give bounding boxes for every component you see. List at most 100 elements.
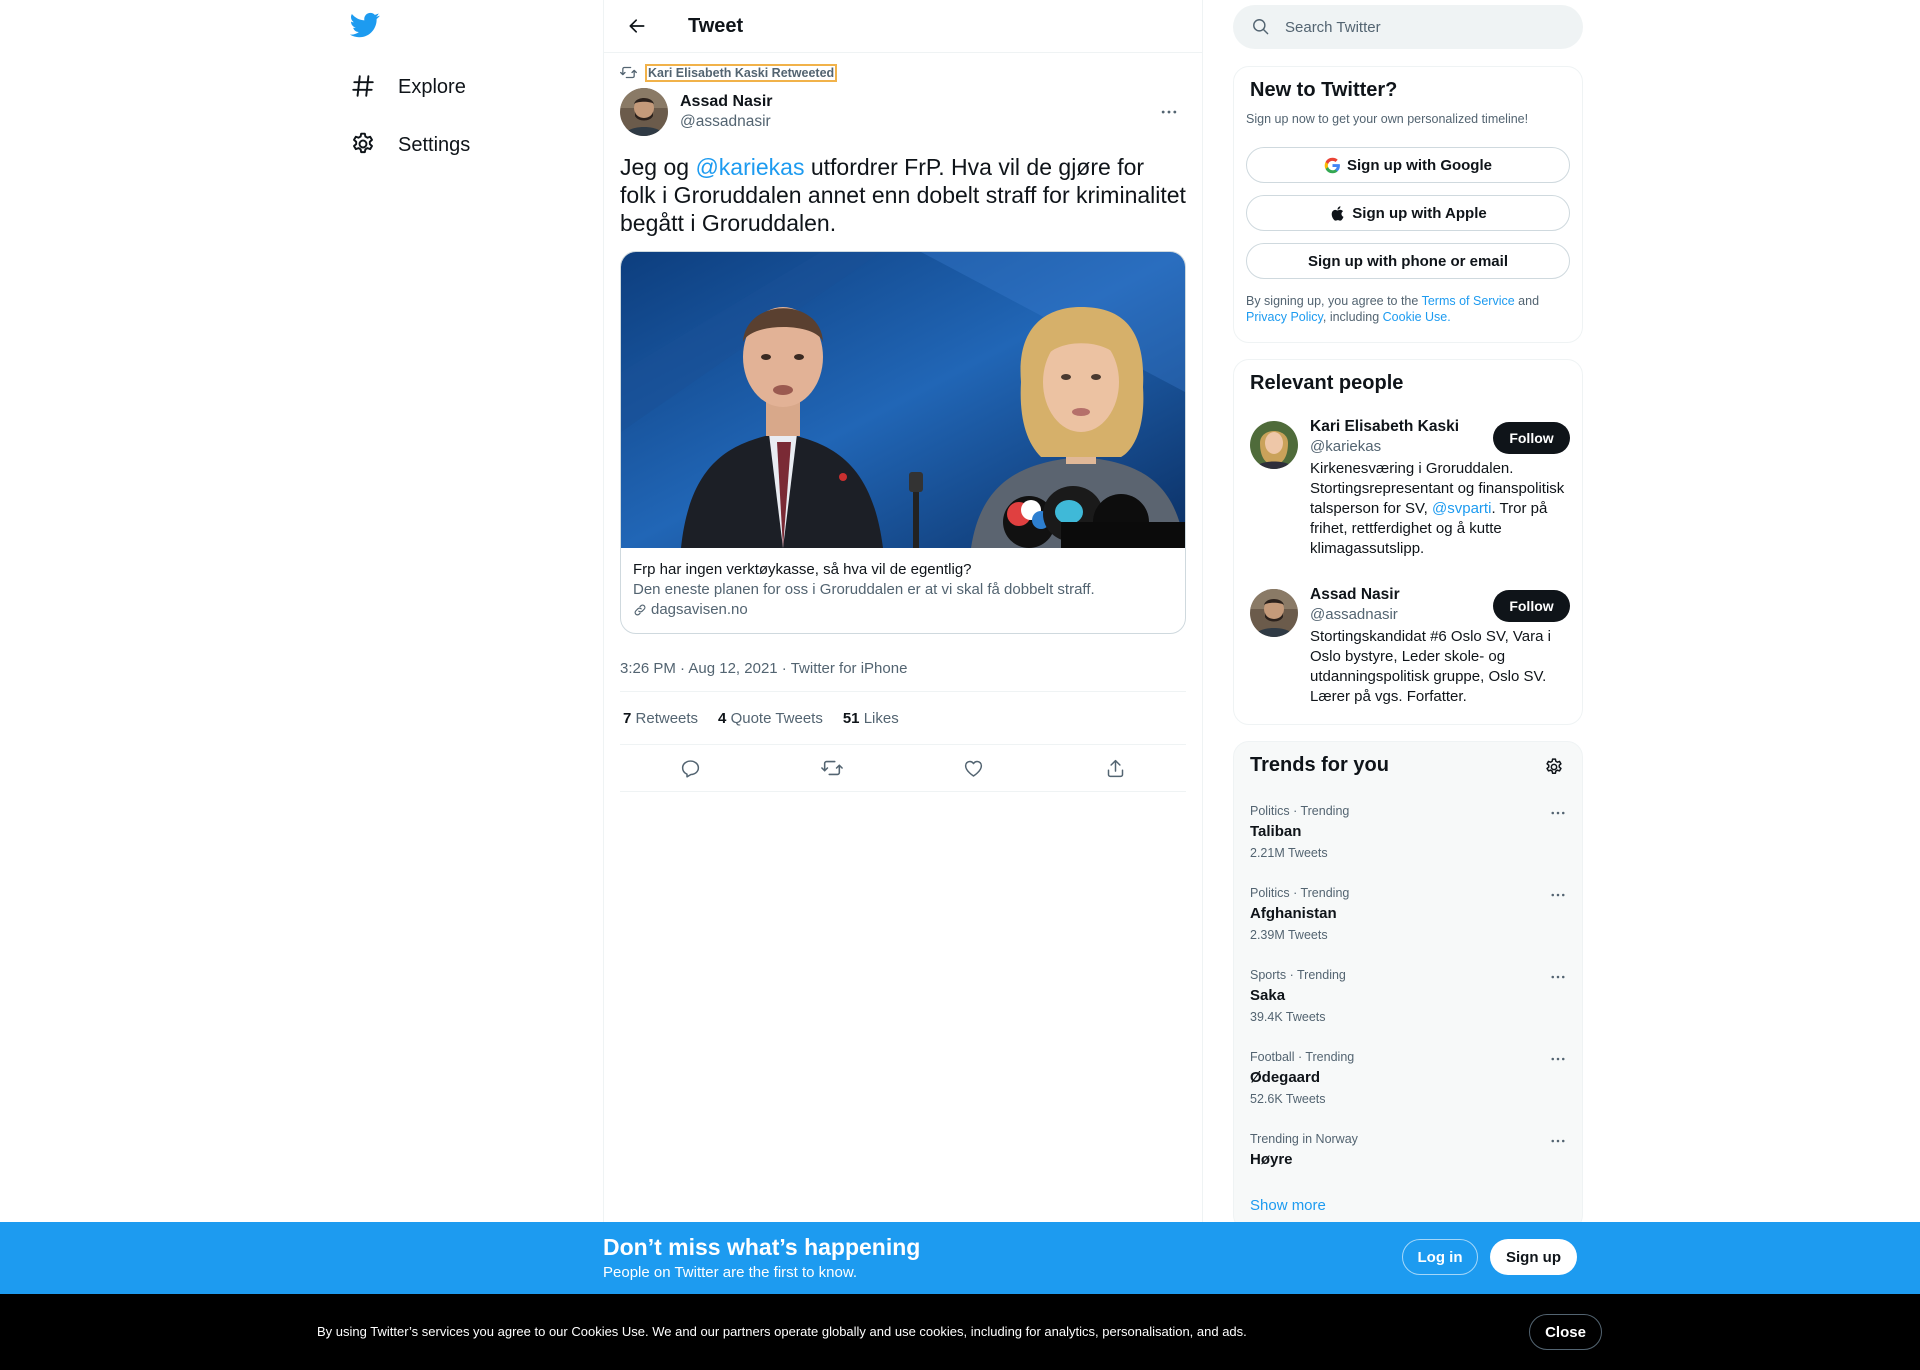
likes-count: 51 — [842, 709, 860, 727]
reply-icon — [682, 759, 700, 778]
avatar[interactable] — [1250, 589, 1298, 637]
link-icon — [633, 603, 648, 618]
gear-icon[interactable] — [1544, 757, 1566, 779]
signup-google-label: Sign up with Google — [1347, 156, 1492, 174]
avatar[interactable] — [620, 88, 668, 136]
trend-count: 52.6K Tweets — [1250, 1092, 1326, 1106]
avatar[interactable] — [1250, 421, 1298, 469]
tweet-text: Jeg og @kariekas utfordrer FrP. Hva vil … — [620, 153, 1186, 237]
trend-item[interactable]: Football · Trending Ødegaard 52.6K Tweet… — [1250, 1049, 1570, 1107]
new-to-twitter-title: New to Twitter? — [1250, 79, 1398, 101]
retweets-stat[interactable]: 7 Retweets — [623, 710, 698, 727]
trend-item[interactable]: Trending in Norway Høyre — [1250, 1131, 1570, 1170]
more-icon — [1161, 110, 1177, 114]
card-title: Frp har ingen verktøykasse, så hva vil d… — [633, 561, 972, 578]
trend-name: Afghanistan — [1250, 905, 1337, 922]
signup-phone-email-label: Sign up with phone or email — [1307, 252, 1508, 270]
tweet-timestamp: 3:26 PM · Aug 12, 2021 · Twitter for iPh… — [620, 648, 1186, 692]
tweet-time[interactable]: 3:26 PM — [620, 660, 676, 677]
cookie-use-link[interactable]: Cookie Use. — [1383, 310, 1451, 324]
follow-button[interactable]: Follow — [1493, 590, 1570, 622]
likes-stat[interactable]: 51 Likes — [843, 710, 899, 727]
trend-name: Saka — [1250, 987, 1286, 1004]
trend-count: 39.4K Tweets — [1250, 1010, 1326, 1024]
search-input[interactable] — [1285, 18, 1545, 36]
nav-explore[interactable]: Explore — [350, 62, 466, 112]
more-icon[interactable] — [1546, 967, 1570, 987]
trends-title: Trends for you — [1250, 754, 1389, 776]
more-icon[interactable] — [1546, 885, 1570, 905]
signup-phone-email-button[interactable]: Sign up with phone or email — [1246, 243, 1570, 279]
author-name[interactable]: Assad Nasir — [680, 92, 773, 112]
tweet-date[interactable]: Aug 12, 2021 — [688, 660, 777, 677]
relevant-people-title: Relevant people — [1250, 372, 1404, 394]
card-image — [621, 252, 1185, 548]
gear-icon — [350, 131, 378, 159]
tweet-stats: 7 Retweets 4 Quote Tweets 51 Likes — [620, 692, 1186, 745]
trend-name: Ødegaard — [1250, 1069, 1321, 1086]
signup-apple-button[interactable]: Sign up with Apple — [1246, 195, 1570, 231]
tweet-source[interactable]: Twitter for iPhone — [791, 660, 908, 677]
card-domain-text: dagsavisen.no — [651, 601, 748, 618]
more-icon[interactable] — [1546, 803, 1570, 823]
tweet-author: Assad Nasir @assadnasir — [620, 87, 1186, 137]
reply-button[interactable] — [673, 750, 709, 786]
trend-item[interactable]: Politics · Trending Taliban 2.21M Tweets — [1250, 803, 1570, 861]
trend-name: Taliban — [1250, 823, 1302, 840]
retweet-button[interactable] — [814, 750, 850, 786]
privacy-link[interactable]: Privacy Policy — [1246, 310, 1323, 324]
quote-tweets-count: 4 — [718, 709, 727, 727]
like-button[interactable] — [956, 750, 992, 786]
person-bio: Kirkenesværing i Groruddalen. Stortingsr… — [1310, 459, 1570, 559]
search-bar[interactable] — [1233, 5, 1583, 49]
mention-link[interactable]: @svparti — [1432, 500, 1491, 517]
trend-name: Høyre — [1250, 1151, 1293, 1168]
cookie-text: By using Twitter’s services you agree to… — [317, 1324, 1247, 1339]
banner-title: Don’t miss what’s happening — [603, 1234, 921, 1260]
close-button[interactable]: Close — [1529, 1314, 1602, 1350]
more-options-button[interactable] — [1152, 95, 1186, 129]
trend-meta: Politics · Trending — [1250, 804, 1350, 818]
trend-meta: Football · Trending — [1250, 1050, 1355, 1064]
tweet-text-start: Jeg og — [620, 154, 696, 180]
signup-apple-label: Sign up with Apple — [1352, 204, 1487, 222]
mention-link[interactable]: @kariekas — [695, 154, 804, 180]
twitter-bird-icon[interactable] — [350, 10, 384, 44]
follow-button[interactable]: Follow — [1493, 422, 1570, 454]
more-icon[interactable] — [1546, 1049, 1570, 1069]
tweet-actions — [620, 745, 1186, 792]
signup-button[interactable]: Sign up — [1490, 1239, 1577, 1275]
banner-subtitle: People on Twitter are the first to know. — [603, 1264, 858, 1281]
author-handle[interactable]: @assadnasir — [680, 112, 773, 132]
show-more-link[interactable]: Show more — [1250, 1197, 1326, 1214]
legal-text-1: By signing up, you agree to the — [1246, 294, 1422, 308]
nav-settings[interactable]: Settings — [350, 120, 470, 170]
share-button[interactable] — [1097, 750, 1133, 786]
more-icon[interactable] — [1546, 1131, 1570, 1151]
quote-tweets-stat[interactable]: 4 Quote Tweets — [718, 710, 823, 727]
relevant-people-panel: Relevant people Kari Elisabeth Kaski @ka… — [1233, 359, 1583, 725]
main-header: Tweet — [604, 0, 1202, 53]
main-column: Tweet Kari Elisabeth Kaski Retweeted Ass… — [603, 0, 1203, 1370]
link-card[interactable]: Frp har ingen verktøykasse, så hva vil d… — [620, 251, 1186, 634]
search-icon — [1251, 17, 1271, 37]
page-title: Tweet — [688, 14, 744, 37]
person-bio: Stortingskandidat #6 Oslo SV, Vara i Osl… — [1310, 628, 1551, 705]
trend-item[interactable]: Politics · Trending Afghanistan 2.39M Tw… — [1250, 885, 1570, 943]
retweets-count: 7 — [623, 709, 632, 727]
signup-google-button[interactable]: Sign up with Google — [1246, 147, 1570, 183]
google-icon — [1324, 157, 1341, 174]
legal-text-3: , including — [1322, 310, 1383, 324]
retweeted-by-link[interactable]: Kari Elisabeth Kaski Retweeted — [644, 64, 838, 82]
trend-count: 2.39M Tweets — [1250, 928, 1328, 942]
new-to-twitter-subtitle: Sign up now to get your own personalized… — [1246, 112, 1529, 126]
hashtag-icon — [350, 73, 378, 101]
card-body: Frp har ingen verktøykasse, så hva vil d… — [621, 548, 1185, 633]
back-button[interactable] — [620, 9, 654, 43]
login-button[interactable]: Log in — [1402, 1239, 1478, 1275]
quote-tweets-label: Quote Tweets — [730, 709, 823, 727]
likes-label: Likes — [863, 709, 899, 727]
trend-item[interactable]: Sports · Trending Saka 39.4K Tweets — [1250, 967, 1570, 1025]
trend-meta: Politics · Trending — [1250, 886, 1350, 900]
terms-link[interactable]: Terms of Service — [1422, 294, 1515, 308]
